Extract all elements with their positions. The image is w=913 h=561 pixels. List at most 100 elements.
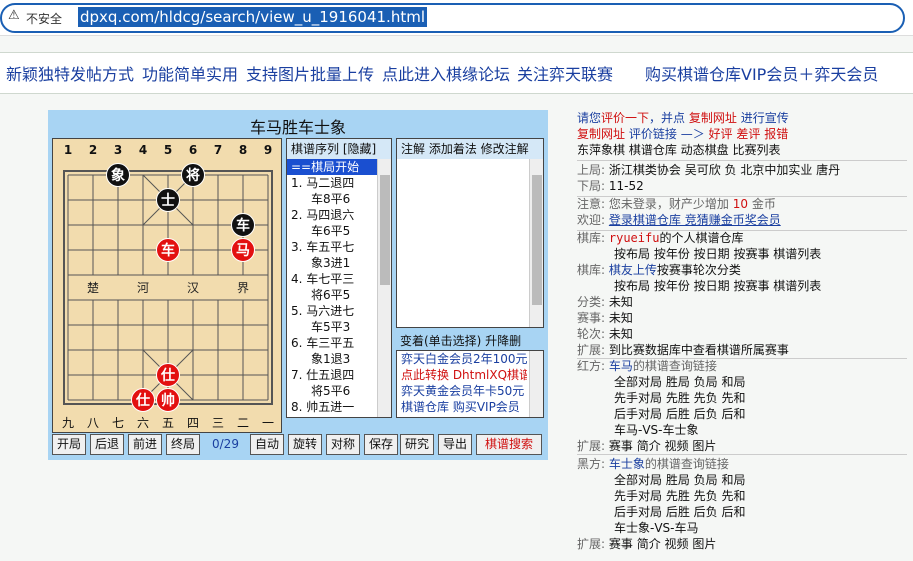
piece-label[interactable]: 仕 (135, 392, 150, 409)
security-label[interactable]: 不安全 (26, 10, 62, 27)
red-links-2[interactable]: 先手对局 先胜 先负 先和 (614, 390, 745, 406)
mirror-button[interactable]: 对称 (326, 434, 360, 455)
piece-label[interactable]: 象 (111, 167, 125, 184)
move-item[interactable]: 2. 马四退六 (287, 207, 377, 223)
upper-game-link[interactable]: 浙江棋类协会 吴可欣 负 北京中加实业 唐丹 (609, 163, 840, 177)
export-button[interactable]: 导出 (438, 434, 472, 455)
login-link[interactable]: 登录棋谱仓库 竞猜赚金币奖会员 (609, 213, 781, 227)
move-item[interactable]: 车6平5 (287, 223, 377, 239)
move-item[interactable]: 将5平6 (287, 383, 377, 399)
board-svg[interactable]: 123456789 九八七六五四三二一 楚河汉界 象将士车车 马仕仕帅 (53, 139, 283, 434)
copy-url-link[interactable]: 复制网址 (689, 111, 737, 125)
annotation-scrollbar[interactable] (529, 159, 543, 327)
save-button[interactable]: 保存 (364, 434, 398, 455)
nav-link-features[interactable]: 功能简单实用 (142, 61, 238, 85)
ext-links[interactable]: 赛事 简介 视频 图片 (609, 537, 716, 551)
piece-label[interactable]: 士 (161, 192, 175, 209)
nav-link-league[interactable]: 关注弈天联赛 (517, 61, 613, 85)
column-number: 七 (112, 416, 124, 430)
study-button[interactable]: 研究 (400, 434, 434, 455)
start-button[interactable]: 开局 (52, 434, 86, 455)
end-button[interactable]: 终局 (166, 434, 200, 455)
lib2-links[interactable]: 按布局 按年份 按日期 按赛事 棋谱列表 (614, 278, 821, 294)
piece-label[interactable]: 帅 (161, 392, 175, 409)
move-item[interactable]: 车8平6 (287, 191, 377, 207)
move-item[interactable]: 象1退3 (287, 351, 377, 367)
chess-piece[interactable]: 仕 (156, 363, 180, 387)
db-link[interactable]: 到比赛数据库中查看棋谱所属赛事 (609, 343, 789, 357)
warning-icon[interactable]: ⚠ (8, 8, 20, 23)
copy-url-link-2[interactable]: 复制网址 (577, 127, 625, 141)
chess-piece[interactable]: 象 (106, 163, 130, 187)
bad-review-link[interactable]: 差评 (736, 127, 760, 141)
chess-piece[interactable]: 马 (231, 238, 255, 262)
move-item[interactable]: 5. 马六进七 (287, 303, 377, 319)
rate-link-2[interactable]: 评价链接 (629, 127, 677, 141)
move-item[interactable]: 8. 帅五进一 (287, 399, 377, 415)
piece-label[interactable]: 将 (186, 167, 200, 184)
nav-link-post[interactable]: 新颖独特发帖方式 (6, 61, 134, 85)
move-item[interactable]: 车5平3 (287, 319, 377, 335)
report-error-link[interactable]: 报错 (764, 127, 788, 141)
rotate-button[interactable]: 旋转 (288, 434, 322, 455)
move-list-header[interactable]: 棋谱序列 [隐藏] (287, 139, 391, 159)
forward-button[interactable]: 前进 (128, 434, 162, 455)
scroll-thumb[interactable] (532, 175, 542, 305)
upload-link[interactable]: 棋友上传 (609, 263, 657, 277)
move-item[interactable]: 象3进1 (287, 255, 377, 271)
move-item[interactable]: 6. 车三平五 (287, 335, 377, 351)
lib1-links[interactable]: 按布局 按年份 按日期 按赛事 棋谱列表 (614, 246, 821, 262)
piece-label[interactable]: 仕 (160, 367, 175, 384)
move-item[interactable]: 7. 仕五退四 (287, 367, 377, 383)
red-links-3[interactable]: 后手对局 后胜 后负 后和 (614, 406, 745, 422)
chess-piece[interactable]: 仕 (131, 388, 155, 412)
red-links-1[interactable]: 全部对局 胜局 负局 和局 (614, 374, 745, 390)
black-name-link[interactable]: 车士象 (609, 457, 645, 471)
search-games-button[interactable]: 棋谱搜索 (476, 434, 542, 455)
rate-link[interactable]: 评价一下 (601, 111, 649, 125)
chess-piece[interactable]: 车 (231, 213, 255, 237)
move-item[interactable]: 3. 车五平七 (287, 239, 377, 255)
scroll-thumb[interactable] (380, 175, 390, 285)
move-item[interactable]: ==棋局开始 (287, 159, 377, 175)
ad-scrollbar[interactable] (529, 351, 543, 417)
red-name-link[interactable]: 车马 (609, 359, 633, 373)
nav-link-upload[interactable]: 支持图片批量上传 (246, 61, 374, 85)
move-item[interactable]: 1. 马二退四 (287, 175, 377, 191)
move-list-scrollbar[interactable] (377, 159, 391, 417)
ad-link[interactable]: 弈天白金会员2年100元 (397, 351, 527, 367)
chess-board[interactable]: 123456789 九八七六五四三二一 楚河汉界 象将士车车马仕仕帅 (52, 138, 282, 433)
piece-label[interactable]: 马 (236, 243, 250, 259)
black-links-3[interactable]: 后手对局 后胜 后负 后和 (614, 504, 745, 520)
nav-link-forum[interactable]: 点此进入棋缘论坛 (382, 61, 510, 85)
url-field-frame[interactable]: ⚠ 不安全 dpxq.com/hldcg/search/view_u_19160… (0, 3, 905, 33)
back-button[interactable]: 后退 (90, 434, 124, 455)
annotation-header[interactable]: 注解 添加着法 修改注解 (397, 139, 543, 159)
red-links-4[interactable]: 车马-VS-车士象 (614, 422, 699, 438)
chess-piece[interactable]: 将 (181, 163, 205, 187)
move-item[interactable]: 将6平5 (287, 287, 377, 303)
nav-link-vip[interactable]: 购买棋谱仓库VIP会员＋弈天会员 (645, 61, 878, 85)
piece-label[interactable]: 车 (236, 217, 250, 234)
black-links-4[interactable]: 车士象-VS-车马 (614, 520, 699, 536)
ext-links[interactable]: 赛事 简介 视频 图片 (609, 439, 716, 453)
user-link[interactable]: ryueifu (609, 231, 660, 245)
column-number: 四 (187, 416, 199, 430)
chess-piece[interactable]: 帅 (156, 388, 180, 412)
move-item[interactable]: 4. 车七平三 (287, 271, 377, 287)
black-links-2[interactable]: 先手对局 先胜 先负 先和 (614, 488, 745, 504)
site-links[interactable]: 东萍象棋 棋谱仓库 动态棋盘 比赛列表 (577, 142, 780, 158)
variation-header[interactable]: 变着(单击选择) 升降删 (396, 332, 544, 350)
url-input[interactable]: dpxq.com/hldcg/search/view_u_1916041.htm… (78, 7, 427, 27)
auto-button[interactable]: 自动 (250, 434, 284, 455)
lower-game-link[interactable]: 11-52 (609, 179, 644, 193)
ad-link[interactable]: 点此转换 DhtmlXQ棋谱 (397, 367, 527, 383)
black-links-1[interactable]: 全部对局 胜局 负局 和局 (614, 472, 745, 488)
piece-label[interactable]: 车 (161, 242, 175, 259)
lib-text[interactable]: 按赛事轮次分类 (657, 263, 741, 277)
ad-link[interactable]: 弈天黄金会员年卡50元 (397, 383, 527, 399)
good-review-link[interactable]: 好评 (709, 127, 733, 141)
chess-piece[interactable]: 士 (156, 188, 180, 212)
chess-piece[interactable]: 车 (156, 238, 180, 262)
ad-link[interactable]: 棋谱仓库 购买VIP会员 (397, 399, 527, 415)
